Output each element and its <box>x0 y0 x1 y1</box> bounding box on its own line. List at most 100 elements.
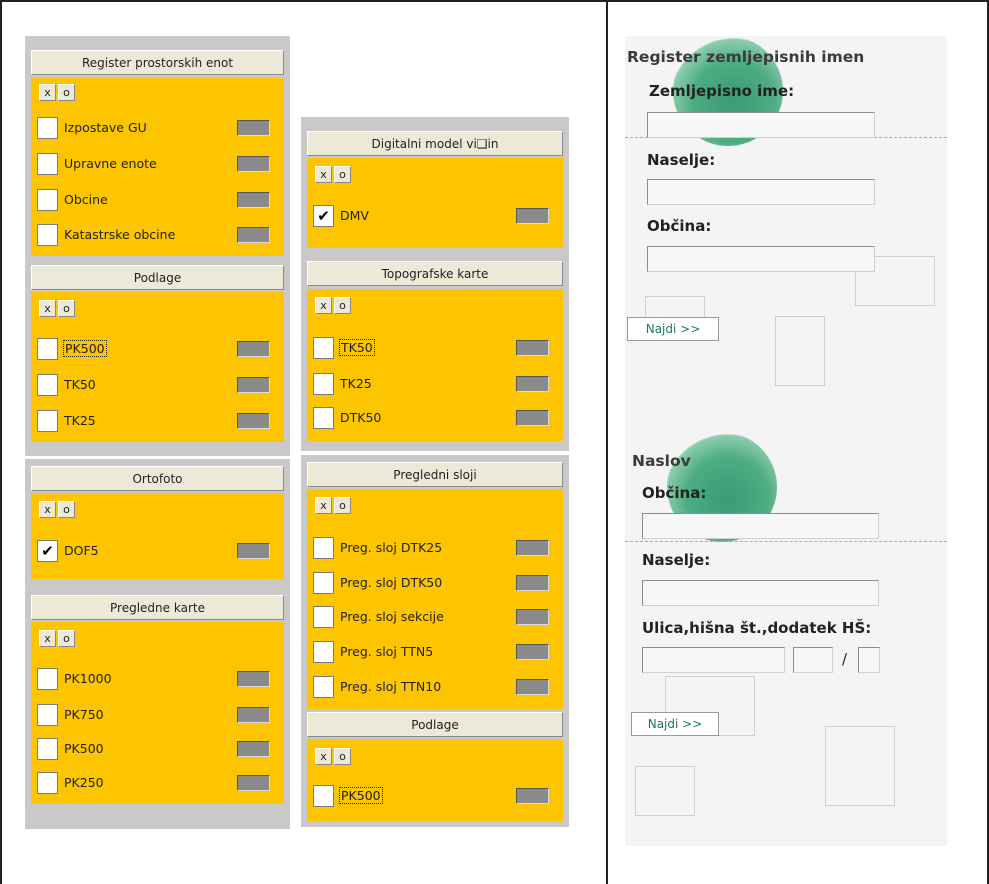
layer-color-swatch[interactable] <box>237 671 270 687</box>
check-all-button[interactable]: o <box>334 166 351 183</box>
layer-checkbox[interactable] <box>313 641 334 663</box>
layer-color-swatch[interactable] <box>516 540 549 556</box>
panel-header-podlage[interactable]: Podlage <box>31 265 284 290</box>
layer-row: Izpostave GU <box>35 117 278 143</box>
layer-color-swatch[interactable] <box>237 775 270 791</box>
address-municipality-input[interactable] <box>642 513 879 539</box>
layer-row: Preg. sloj DTK50 <box>311 572 557 598</box>
layer-label: Preg. sloj DTK25 <box>340 540 443 555</box>
layer-color-swatch[interactable] <box>516 410 549 426</box>
uncheck-all-button[interactable]: x <box>39 84 56 101</box>
layer-color-swatch[interactable] <box>516 609 549 625</box>
layer-row: Preg. sloj sekcije <box>311 606 557 632</box>
geographic-name-input[interactable] <box>647 112 875 138</box>
layer-row: PK250 <box>35 772 278 798</box>
layer-checkbox[interactable] <box>313 572 334 594</box>
uncheck-all-button[interactable]: x <box>39 630 56 647</box>
uncheck-all-button[interactable]: x <box>315 497 332 514</box>
layer-color-swatch[interactable] <box>237 377 270 393</box>
check-all-button[interactable]: o <box>334 748 351 765</box>
layer-checkbox[interactable] <box>313 785 334 807</box>
uncheck-all-button[interactable]: x <box>39 300 56 317</box>
panel-dmv: x o ✔ DMV <box>307 158 563 248</box>
layer-checkbox[interactable] <box>313 537 334 559</box>
panel-header-podlage-2[interactable]: Podlage <box>307 712 563 737</box>
layer-checkbox[interactable] <box>313 337 334 359</box>
panel-header-pregledni-sloji[interactable]: Pregledni sloji <box>307 462 563 487</box>
check-all-button[interactable]: o <box>58 630 75 647</box>
layer-color-swatch[interactable] <box>516 788 549 804</box>
settlement-input[interactable] <box>647 179 875 205</box>
layer-label: TK25 <box>64 413 96 428</box>
municipality-input[interactable] <box>647 246 875 272</box>
layer-row: PK1000 <box>35 668 278 694</box>
panel-header-register[interactable]: Register prostorskih enot <box>31 50 284 75</box>
uncheck-all-button[interactable]: x <box>39 501 56 518</box>
layer-checkbox[interactable]: ✔ <box>37 540 58 562</box>
layer-checkbox[interactable] <box>313 407 334 429</box>
layer-checkbox[interactable] <box>37 704 58 726</box>
layer-color-swatch[interactable] <box>237 413 270 429</box>
layer-color-swatch[interactable] <box>516 679 549 695</box>
layer-color-swatch[interactable] <box>237 543 270 559</box>
layer-color-swatch[interactable] <box>237 741 270 757</box>
layer-label: DTK50 <box>340 410 382 425</box>
layer-label: PK500 <box>339 787 383 804</box>
layer-label: TK25 <box>340 376 372 391</box>
layer-color-swatch[interactable] <box>516 644 549 660</box>
check-all-button[interactable]: o <box>58 84 75 101</box>
layer-color-swatch[interactable] <box>237 707 270 723</box>
panel-header-pregledne-karte[interactable]: Pregledne karte <box>31 595 284 620</box>
layer-color-swatch[interactable] <box>237 341 270 357</box>
layer-checkbox[interactable] <box>37 738 58 760</box>
panel-header-dmv[interactable]: Digitalni model vi❑in <box>307 131 563 156</box>
layer-color-swatch[interactable] <box>516 208 549 224</box>
layer-color-swatch[interactable] <box>516 575 549 591</box>
uncheck-all-button[interactable]: x <box>315 297 332 314</box>
panel-header-topografske[interactable]: Topografske karte <box>307 261 563 286</box>
layer-row: PK500 <box>35 738 278 764</box>
layer-checkbox[interactable]: ✔ <box>313 205 334 227</box>
find-names-button[interactable]: Najdi >> <box>627 317 719 341</box>
layer-checkbox[interactable] <box>37 338 58 360</box>
layer-row: Obcine <box>35 189 278 215</box>
house-number-input[interactable] <box>793 647 833 673</box>
layer-color-swatch[interactable] <box>237 120 270 136</box>
check-all-button[interactable]: o <box>334 297 351 314</box>
panel-register: x o Izpostave GU Upravne enote Obcine Ka… <box>31 78 284 256</box>
layer-row: ✔ DOF5 <box>35 540 278 566</box>
panel-header-ortofoto[interactable]: Ortofoto <box>31 466 284 491</box>
layer-checkbox[interactable] <box>37 117 58 139</box>
layer-label: TK50 <box>339 339 375 356</box>
check-all-button[interactable]: o <box>58 501 75 518</box>
layer-checkbox[interactable] <box>37 374 58 396</box>
uncheck-all-button[interactable]: x <box>315 166 332 183</box>
layer-checkbox[interactable] <box>313 676 334 698</box>
search-panel: Register zemljepisnih imen Zemljepisno i… <box>625 36 947 846</box>
layer-color-swatch[interactable] <box>516 376 549 392</box>
layer-color-swatch[interactable] <box>237 227 270 243</box>
uncheck-all-button[interactable]: x <box>315 748 332 765</box>
layer-checkbox[interactable] <box>313 606 334 628</box>
layer-color-swatch[interactable] <box>516 340 549 356</box>
house-number-suffix-input[interactable] <box>858 647 880 673</box>
layer-checkbox[interactable] <box>37 410 58 432</box>
layer-checkbox[interactable] <box>37 153 58 175</box>
layer-color-swatch[interactable] <box>237 156 270 172</box>
layer-column-left-lower: Ortofoto x o ✔ DOF5 Pregledne karte x o … <box>25 459 290 829</box>
dashed-separator <box>625 541 947 542</box>
check-all-button[interactable]: o <box>58 300 75 317</box>
street-input[interactable] <box>642 647 785 673</box>
layer-checkbox[interactable] <box>313 373 334 395</box>
find-address-button[interactable]: Najdi >> <box>631 712 719 736</box>
layer-column-right: Digitalni model vi❑in x o ✔ DMV Topograf… <box>301 117 569 451</box>
address-settlement-input[interactable] <box>642 580 879 606</box>
layer-label: PK250 <box>64 775 104 790</box>
layer-checkbox[interactable] <box>37 224 58 246</box>
layer-checkbox[interactable] <box>37 772 58 794</box>
check-all-button[interactable]: o <box>334 497 351 514</box>
layer-label: Izpostave GU <box>64 120 147 135</box>
layer-color-swatch[interactable] <box>237 192 270 208</box>
layer-checkbox[interactable] <box>37 189 58 211</box>
layer-checkbox[interactable] <box>37 668 58 690</box>
